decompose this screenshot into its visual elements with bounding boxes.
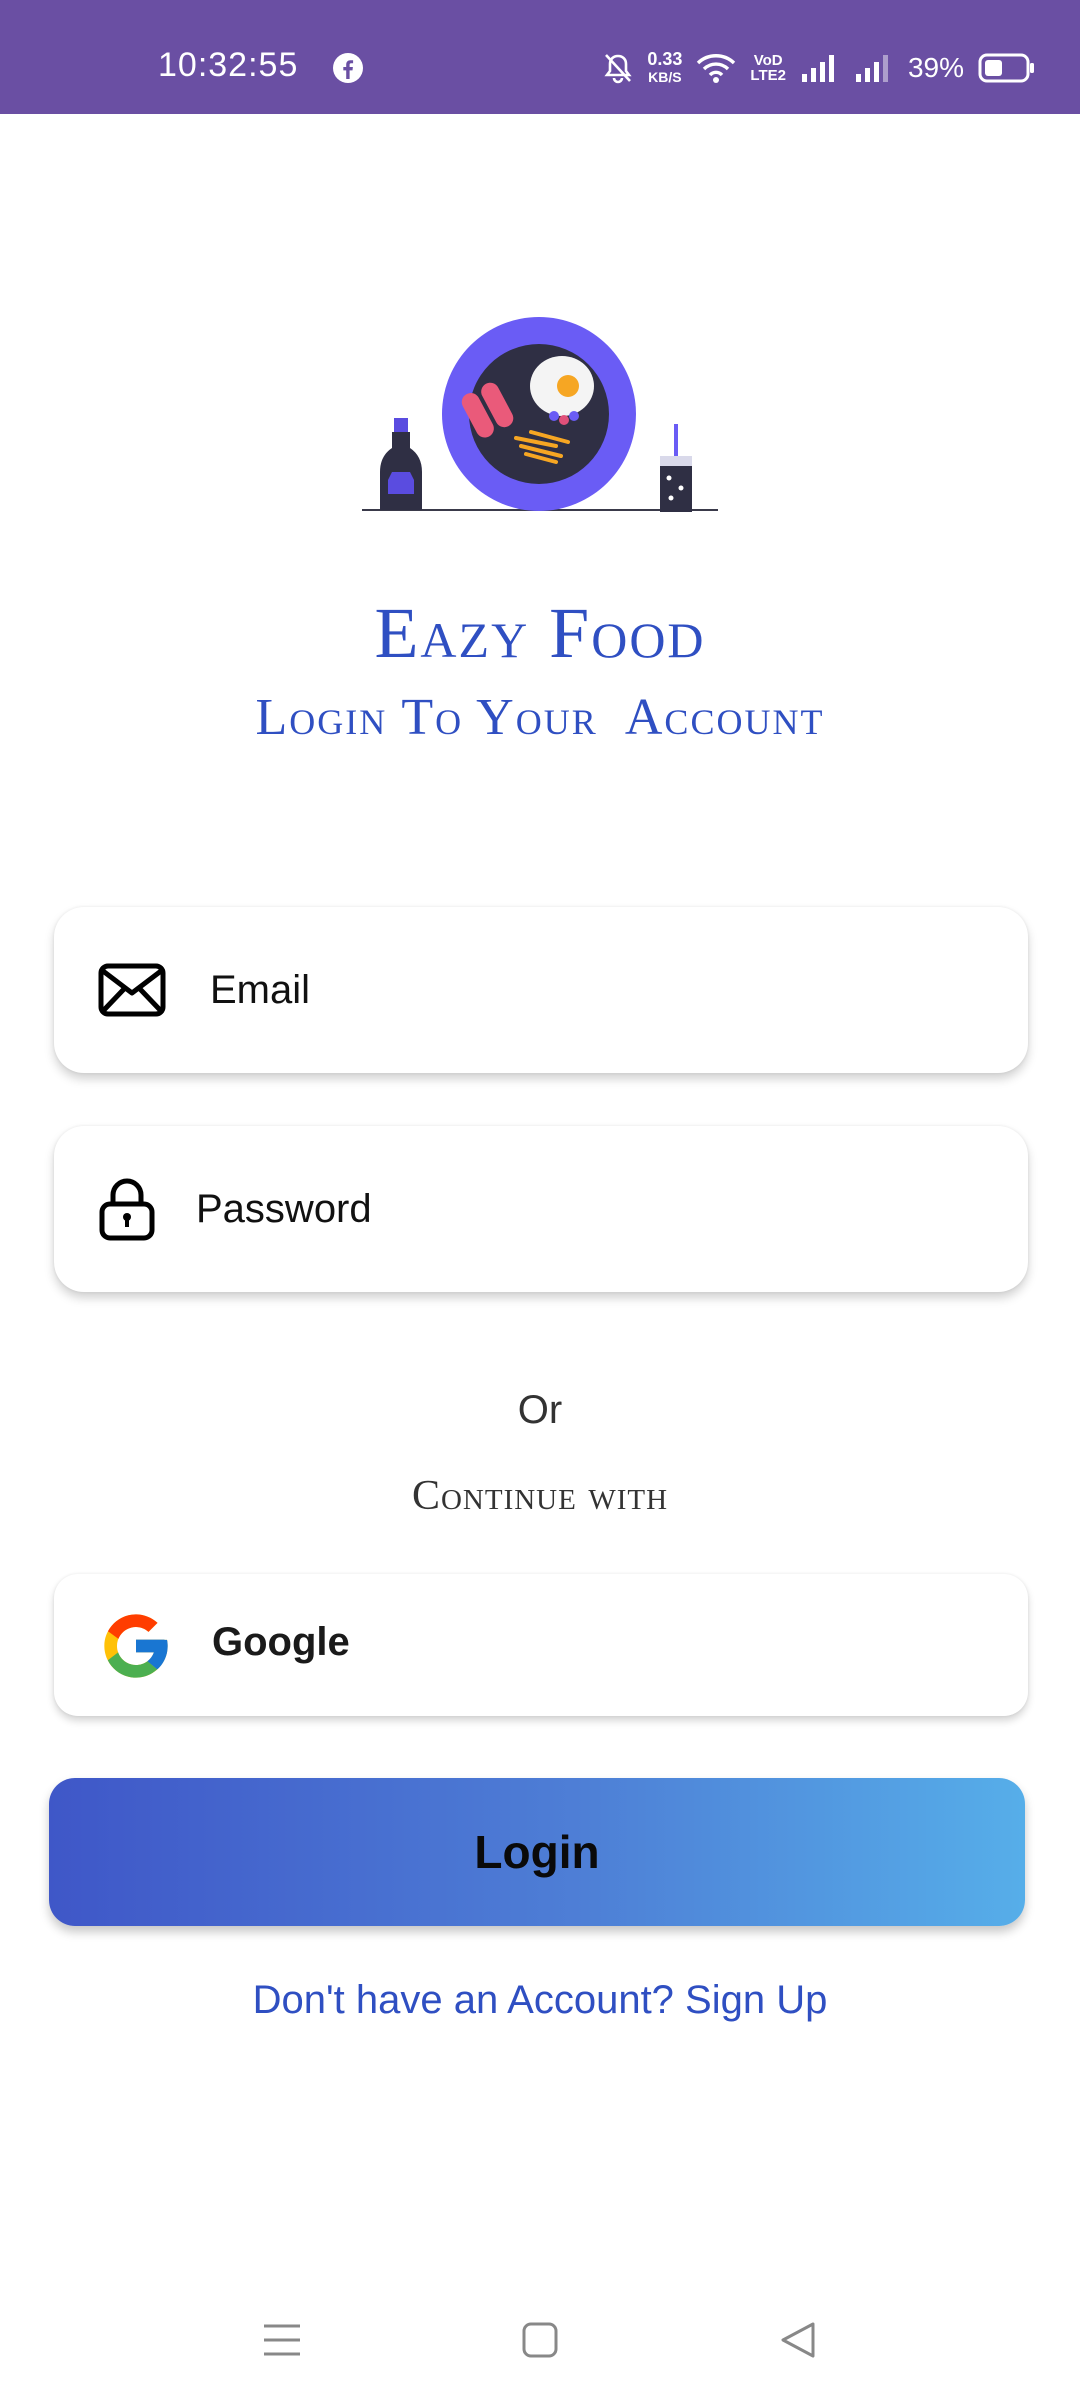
email-field[interactable]	[210, 937, 998, 1043]
home-square-icon	[522, 2322, 558, 2358]
signal-icon	[855, 55, 888, 82]
system-navigation-bar	[0, 2290, 1080, 2400]
food-illustration	[362, 317, 718, 512]
facebook-icon	[333, 53, 363, 83]
back-button[interactable]	[768, 2310, 828, 2370]
home-button[interactable]	[510, 2310, 570, 2370]
menu-button[interactable]	[252, 2310, 312, 2370]
continue-with-label: Continue with	[411, 1473, 669, 1519]
google-icon	[104, 1614, 168, 1678]
google-signin-button[interactable]: Google	[54, 1574, 1028, 1716]
or-divider: Or	[517, 1388, 563, 1432]
mail-icon	[98, 963, 166, 1017]
status-icons: 0.33 KB/S VoD LTE2 39%	[603, 40, 1036, 96]
email-field-container[interactable]	[54, 907, 1028, 1073]
login-button[interactable]: Login	[49, 1778, 1025, 1926]
password-field-container[interactable]	[54, 1126, 1028, 1292]
app-title: Eazy Food	[374, 593, 706, 673]
google-button-label: Google	[212, 1620, 350, 1664]
status-time: 10:32:55	[158, 46, 299, 84]
lock-icon	[99, 1178, 155, 1241]
plate-illustration	[442, 317, 636, 511]
page-subtitle: Login To Your Account	[255, 689, 825, 746]
password-field[interactable]	[196, 1156, 998, 1262]
battery-icon	[978, 53, 1034, 83]
battery-percentage: 39%	[907, 52, 964, 83]
signup-link[interactable]: Don't have an Account? Sign Up	[0, 1978, 1080, 2023]
back-triangle-icon	[781, 2322, 815, 2358]
signal-icon	[801, 55, 834, 82]
volte-indicator: VoD LTE2	[750, 52, 786, 84]
bottle-illustration	[380, 418, 422, 510]
menu-icon	[264, 2324, 300, 2356]
glass-illustration	[660, 424, 692, 512]
status-bar: 10:32:55 0.33 KB/S VoD LTE2 39%	[0, 0, 1080, 114]
wifi-icon	[697, 54, 736, 83]
network-speed: 0.33 KB/S	[647, 49, 683, 85]
mute-icon	[604, 54, 632, 84]
